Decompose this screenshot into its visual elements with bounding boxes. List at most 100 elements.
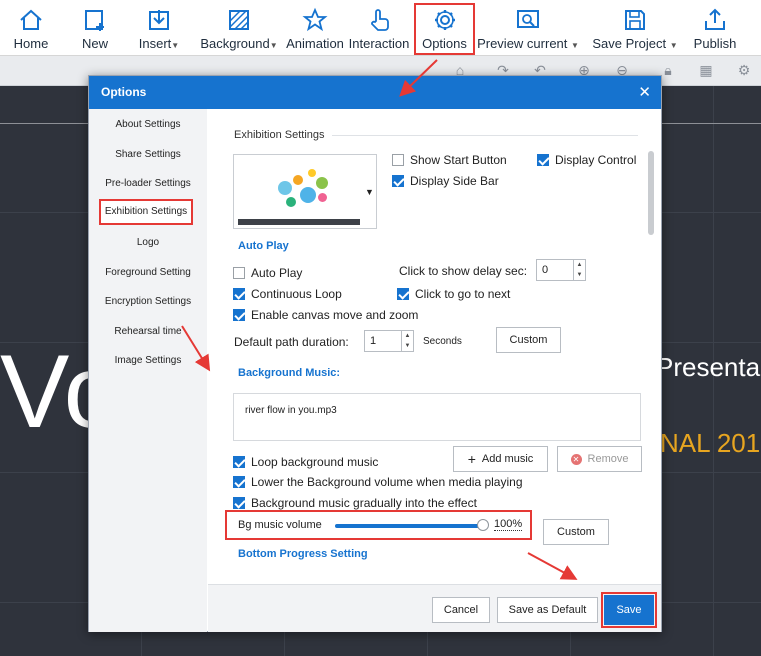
preview-current-label: Preview current ▼ [477, 36, 579, 51]
click-delay-stepper[interactable]: 0 ▲ ▼ [536, 259, 586, 281]
volume-slider-track[interactable] [335, 524, 483, 528]
plus-icon: + [467, 451, 476, 467]
sidebar-item-image[interactable]: Image Settings [89, 348, 207, 374]
dialog-title-bar: Options ✕ [89, 76, 661, 109]
continuous-loop-checkbox[interactable]: Continuous Loop [233, 287, 342, 301]
click-to-go-next-checkbox[interactable]: Click to go to next [397, 287, 510, 301]
new-button[interactable]: New [74, 0, 116, 56]
dialog-footer: Cancel Save as Default Save [208, 584, 661, 632]
chevron-down-icon: ▼ [669, 41, 678, 50]
add-music-button[interactable]: + Add music [453, 446, 548, 472]
insert-button[interactable]: Insert▼ [136, 0, 182, 56]
checkbox-box[interactable] [233, 267, 245, 279]
seconds-label: Seconds [423, 336, 462, 347]
home-icon [20, 9, 42, 30]
options-dialog: Options ✕ About Settings Share Settings … [88, 75, 662, 632]
content-scrollbar[interactable] [648, 151, 656, 511]
thumbnail-dot [293, 175, 303, 185]
checkbox-box[interactable] [537, 154, 549, 166]
bottom-progress-heading: Bottom Progress Setting [238, 548, 368, 560]
thumbnail-dot [316, 177, 328, 189]
grid-settings-icon[interactable]: ⚙ [736, 62, 752, 78]
music-file-item[interactable]: river flow in you.mp3 [245, 405, 337, 416]
volume-slider-handle[interactable] [477, 519, 489, 531]
lower-volume-checkbox[interactable]: Lower the Background volume when media p… [233, 475, 523, 489]
display-side-bar-checkbox[interactable]: Display Side Bar [392, 174, 499, 188]
save-as-default-button[interactable]: Save as Default [497, 597, 598, 623]
thumbnail-dot [286, 197, 296, 207]
lock-icon[interactable]: 🔒︎ [660, 62, 676, 78]
publish-upload-icon [705, 8, 725, 30]
default-path-stepper[interactable]: 1 ▲ ▼ [364, 330, 414, 352]
auto-play-checkbox[interactable]: Auto Play [233, 266, 302, 280]
home-button[interactable]: Home [8, 0, 54, 56]
save-button[interactable]: Save [604, 595, 654, 625]
chevron-down-icon: ▼ [269, 41, 278, 50]
scrollbar-thumb[interactable] [648, 151, 654, 235]
music-custom-button[interactable]: Custom [543, 519, 609, 545]
volume-label: Bg music volume [238, 519, 322, 531]
display-control-checkbox[interactable]: Display Control [537, 153, 636, 167]
save-project-button[interactable]: Save Project ▼ [592, 0, 678, 56]
template-thumbnail[interactable] [233, 154, 377, 229]
gradually-checkbox[interactable]: Background music gradually into the effe… [233, 496, 477, 510]
preview-icon [517, 10, 539, 28]
chevron-down-icon: ▼ [571, 41, 579, 50]
section-divider [332, 135, 638, 136]
background-label: Background▼ [200, 36, 278, 51]
cancel-button[interactable]: Cancel [432, 597, 490, 623]
checkbox-box[interactable] [233, 497, 245, 509]
sidebar-item-preloader[interactable]: Pre-loader Settings [89, 171, 207, 197]
sidebar-item-exhibition[interactable]: Exhibition Settings [99, 199, 193, 225]
preview-current-button[interactable]: Preview current ▼ [477, 0, 579, 56]
options-sidebar: About Settings Share Settings Pre-loader… [89, 109, 207, 632]
save-project-label: Save Project ▼ [592, 36, 678, 51]
autoplay-custom-button[interactable]: Custom [496, 327, 561, 353]
stepper-arrows-icon[interactable]: ▲ ▼ [573, 260, 585, 280]
remove-x-icon: ✕ [570, 453, 582, 465]
stepper-arrows-icon[interactable]: ▲ ▼ [401, 331, 413, 351]
remove-music-button[interactable]: ✕ Remove [557, 446, 642, 472]
checkbox-box[interactable] [233, 288, 245, 300]
animation-button[interactable]: Animation [285, 0, 345, 56]
sidebar-item-foreground[interactable]: Foreground Setting [89, 260, 207, 286]
thumbnail-dropdown-icon[interactable]: ▼ [365, 187, 374, 197]
hand-pointer-icon [371, 9, 389, 31]
new-label: New [81, 36, 108, 51]
home-label: Home [13, 36, 49, 51]
sidebar-item-logo[interactable]: Logo [89, 230, 207, 256]
thumbnail-dot [300, 187, 316, 203]
show-start-button-checkbox[interactable]: Show Start Button [392, 153, 507, 167]
options-highlight-box [414, 3, 475, 55]
interaction-label: Interaction [348, 36, 410, 51]
publish-button[interactable]: Publish [692, 0, 738, 56]
checkbox-box[interactable] [233, 456, 245, 468]
sidebar-item-rehearsal[interactable]: Rehearsal time [89, 319, 207, 345]
enable-canvas-checkbox[interactable]: Enable canvas move and zoom [233, 308, 418, 322]
dialog-title: Options [101, 85, 147, 99]
click-delay-label: Click to show delay sec: [399, 264, 528, 278]
checkbox-box[interactable] [392, 154, 404, 166]
background-button[interactable]: Background▼ [198, 0, 280, 56]
checkbox-box[interactable] [233, 309, 245, 321]
thumbnail-dot [308, 169, 316, 177]
thumbnail-preview [238, 159, 360, 225]
checkbox-box[interactable] [233, 476, 245, 488]
sidebar-item-share[interactable]: Share Settings [89, 142, 207, 168]
thumbnail-dot [318, 193, 327, 202]
animation-label: Animation [286, 36, 344, 51]
checkbox-box[interactable] [397, 288, 409, 300]
sidebar-item-about[interactable]: About Settings [89, 112, 207, 138]
insert-icon [149, 10, 169, 30]
default-path-label: Default path duration: [234, 335, 349, 349]
music-file-list[interactable]: river flow in you.mp3 [233, 393, 641, 441]
loop-music-checkbox[interactable]: Loop background music [233, 455, 378, 469]
background-music-heading: Background Music: [238, 367, 341, 379]
interaction-button[interactable]: Interaction [348, 0, 410, 56]
star-animation-icon [302, 7, 328, 32]
volume-percent[interactable]: 100% [494, 518, 523, 531]
close-icon[interactable]: ✕ [638, 76, 651, 109]
sidebar-item-encryption[interactable]: Encryption Settings [89, 289, 207, 315]
grid-icon[interactable]: ▦ [698, 62, 714, 78]
checkbox-box[interactable] [392, 175, 404, 187]
